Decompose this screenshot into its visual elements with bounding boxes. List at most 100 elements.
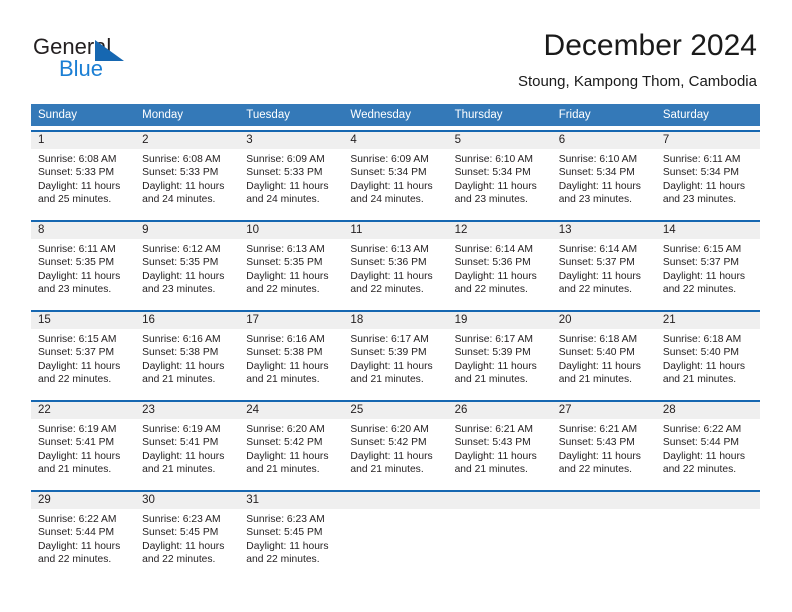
sunset-line: Sunset: 5:43 PM	[454, 437, 531, 449]
sunset-line: Sunset: 5:34 PM	[454, 167, 531, 179]
day-number-band: 30	[135, 492, 240, 509]
day-cell[interactable]: 29 Sunrise: 6:22 AM Sunset: 5:44 PM Dayligh…	[31, 492, 136, 576]
sunset-line: Sunset: 5:33 PM	[142, 167, 219, 179]
daylight-line-1: Daylight: 11 hours	[38, 270, 121, 282]
sunrise-line: Sunrise: 6:09 AM	[246, 154, 325, 165]
daylight-line-1: Daylight: 11 hours	[142, 270, 225, 282]
daylight-line-1: Daylight: 11 hours	[246, 270, 329, 282]
day-details: Sunrise: 6:08 AM Sunset: 5:33 PM Daylight:…	[31, 149, 135, 207]
day-cell[interactable]: 14 Sunrise: 6:15 AM Sunset: 5:37 PM Dayligh…	[655, 222, 760, 306]
sunrise-line: Sunrise: 6:11 AM	[38, 244, 116, 255]
sunrise-line: Sunrise: 6:11 AM	[662, 154, 741, 165]
day-number-band	[655, 492, 760, 509]
general-blue-logo[interactable]: General Blue	[33, 34, 193, 84]
day-cell[interactable]: 10 Sunrise: 6:13 AM Sunset: 5:35 PM Dayligh…	[239, 222, 344, 306]
sunrise-line: Sunrise: 6:12 AM	[142, 244, 221, 255]
day-cell[interactable]: 9 Sunrise: 6:12 AM Sunset: 5:35 PM Daylight…	[135, 222, 240, 306]
day-cell-empty	[655, 492, 760, 576]
day-cell[interactable]: 30 Sunrise: 6:23 AM Sunset: 5:45 PM Dayligh…	[135, 492, 240, 576]
daylight-line-1: Daylight: 11 hours	[558, 270, 641, 282]
day-cell[interactable]: 2 Sunrise: 6:08 AM Sunset: 5:33 PM Daylight…	[135, 132, 240, 216]
page-title: December 2024	[543, 29, 757, 62]
day-details: Sunrise: 6:20 AM Sunset: 5:42 PM Daylight:…	[343, 419, 447, 477]
weekday-header-monday: Monday	[142, 109, 184, 121]
sunrise-line: Sunrise: 6:13 AM	[246, 244, 325, 255]
day-number: 24	[246, 404, 260, 416]
day-cell[interactable]: 11 Sunrise: 6:13 AM Sunset: 5:36 PM Dayligh…	[343, 222, 448, 306]
daylight-line-2: and 21 minutes.	[662, 374, 737, 386]
daylight-line-1: Daylight: 11 hours	[454, 450, 537, 462]
day-cell[interactable]: 25 Sunrise: 6:20 AM Sunset: 5:42 PM Dayligh…	[343, 402, 448, 486]
day-cell[interactable]: 6 Sunrise: 6:10 AM Sunset: 5:34 PM Daylight…	[551, 132, 656, 216]
day-cell[interactable]: 16 Sunrise: 6:16 AM Sunset: 5:38 PM Dayligh…	[135, 312, 240, 396]
sunset-line: Sunset: 5:34 PM	[558, 167, 635, 179]
day-cell[interactable]: 17 Sunrise: 6:16 AM Sunset: 5:38 PM Dayligh…	[239, 312, 344, 396]
day-number: 14	[662, 224, 676, 236]
day-cell[interactable]: 7 Sunrise: 6:11 AM Sunset: 5:34 PM Daylight…	[655, 132, 760, 216]
daylight-line-1: Daylight: 11 hours	[350, 450, 433, 462]
daylight-line-2: and 23 minutes.	[142, 284, 216, 296]
day-number-band: 28	[655, 402, 760, 419]
day-number: 29	[38, 494, 51, 506]
day-number-band: 29	[31, 492, 136, 509]
daylight-line-2: and 22 minutes.	[558, 284, 632, 296]
day-cell[interactable]: 12 Sunrise: 6:14 AM Sunset: 5:36 PM Dayligh…	[447, 222, 552, 306]
day-number: 17	[246, 314, 260, 326]
week-row: 29 Sunrise: 6:22 AM Sunset: 5:44 PM Dayligh…	[31, 490, 760, 576]
day-number-band: 6	[551, 132, 656, 149]
day-cell[interactable]: 3 Sunrise: 6:09 AM Sunset: 5:33 PM Daylight…	[239, 132, 344, 216]
day-cell[interactable]: 8 Sunrise: 6:11 AM Sunset: 5:35 PM Daylight…	[31, 222, 136, 306]
day-number: 15	[38, 314, 51, 326]
daylight-line-1: Daylight: 11 hours	[142, 450, 225, 462]
day-cell[interactable]: 22 Sunrise: 6:19 AM Sunset: 5:41 PM Dayligh…	[31, 402, 136, 486]
sunrise-line: Sunrise: 6:16 AM	[142, 334, 221, 345]
day-number: 9	[142, 224, 149, 236]
day-details: Sunrise: 6:23 AM Sunset: 5:45 PM Daylight:…	[239, 509, 343, 567]
daylight-line-1: Daylight: 11 hours	[350, 270, 433, 282]
day-cell[interactable]: 27 Sunrise: 6:21 AM Sunset: 5:43 PM Dayligh…	[551, 402, 656, 486]
day-cell[interactable]: 26 Sunrise: 6:21 AM Sunset: 5:43 PM Dayligh…	[447, 402, 552, 486]
sunrise-line: Sunrise: 6:22 AM	[662, 424, 742, 435]
day-number-band	[343, 492, 448, 509]
daylight-line-2: and 21 minutes.	[142, 374, 216, 386]
daylight-line-2: and 21 minutes.	[350, 464, 424, 476]
day-cell[interactable]: 24 Sunrise: 6:20 AM Sunset: 5:42 PM Dayligh…	[239, 402, 344, 486]
day-number-band	[551, 492, 656, 509]
day-number-band: 4	[343, 132, 448, 149]
day-cell[interactable]: 1 Sunrise: 6:08 AM Sunset: 5:33 PM Daylight…	[31, 132, 136, 216]
daylight-line-1: Daylight: 11 hours	[38, 450, 121, 462]
day-details: Sunrise: 6:09 AM Sunset: 5:34 PM Daylight:…	[343, 149, 447, 207]
day-cell[interactable]: 19 Sunrise: 6:17 AM Sunset: 5:39 PM Dayligh…	[447, 312, 552, 396]
sunset-line: Sunset: 5:37 PM	[662, 257, 739, 269]
sunrise-line: Sunrise: 6:19 AM	[38, 424, 117, 435]
day-number-band	[447, 492, 552, 509]
day-number: 12	[454, 224, 468, 236]
day-cell[interactable]: 28 Sunrise: 6:22 AM Sunset: 5:44 PM Dayligh…	[655, 402, 760, 486]
daylight-line-2: and 21 minutes.	[558, 374, 632, 386]
title-block: December 2024 Stoung, Kampong Thom, Camb…	[518, 28, 757, 92]
day-number-band: 14	[655, 222, 760, 239]
daylight-line-2: and 21 minutes.	[142, 464, 216, 476]
day-details: Sunrise: 6:22 AM Sunset: 5:44 PM Daylight:…	[656, 419, 760, 477]
day-cell[interactable]: 18 Sunrise: 6:17 AM Sunset: 5:39 PM Dayligh…	[343, 312, 448, 396]
day-cell[interactable]: 15 Sunrise: 6:15 AM Sunset: 5:37 PM Dayligh…	[31, 312, 136, 396]
day-details: Sunrise: 6:18 AM Sunset: 5:40 PM Daylight:…	[552, 329, 656, 387]
day-cell[interactable]: 4 Sunrise: 6:09 AM Sunset: 5:34 PM Daylight…	[343, 132, 448, 216]
day-cell-empty	[343, 492, 448, 576]
sunset-line: Sunset: 5:39 PM	[454, 347, 531, 359]
day-number-band: 11	[343, 222, 448, 239]
day-number-band: 7	[655, 132, 760, 149]
day-cell[interactable]: 31 Sunrise: 6:23 AM Sunset: 5:45 PM Dayligh…	[239, 492, 344, 576]
daylight-line-1: Daylight: 11 hours	[662, 450, 746, 462]
sunset-line: Sunset: 5:39 PM	[350, 347, 427, 359]
day-number: 23	[142, 404, 155, 416]
day-number-band: 13	[551, 222, 656, 239]
day-cell[interactable]: 13 Sunrise: 6:14 AM Sunset: 5:37 PM Dayligh…	[551, 222, 656, 306]
sunrise-line: Sunrise: 6:09 AM	[350, 154, 429, 165]
day-cell[interactable]: 5 Sunrise: 6:10 AM Sunset: 5:34 PM Daylight…	[447, 132, 552, 216]
day-number: 31	[246, 494, 260, 506]
day-cell[interactable]: 21 Sunrise: 6:18 AM Sunset: 5:40 PM Dayligh…	[655, 312, 760, 396]
day-cell[interactable]: 20 Sunrise: 6:18 AM Sunset: 5:40 PM Dayligh…	[551, 312, 656, 396]
sunset-line: Sunset: 5:44 PM	[662, 437, 739, 449]
day-cell[interactable]: 23 Sunrise: 6:19 AM Sunset: 5:41 PM Dayligh…	[135, 402, 240, 486]
